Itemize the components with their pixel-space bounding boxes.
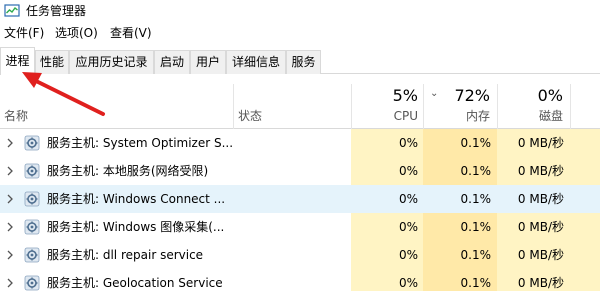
- tab-users[interactable]: 用户: [190, 50, 226, 74]
- process-name: 服务主机: 本地服务(网络受限): [47, 164, 209, 178]
- table-row[interactable]: 服务主机: System Optimizer S... 0% 0.1% 0 MB/秒: [0, 129, 600, 157]
- heat-cell-bg: [570, 269, 600, 291]
- memory-value: 0.1%: [460, 164, 492, 178]
- disk-value: 0 MB/秒: [517, 164, 564, 178]
- cpu-value: 0%: [398, 248, 418, 262]
- cpu-total-percent: 5%: [392, 86, 418, 105]
- table-row[interactable]: 服务主机: Windows 图像采集(... 0% 0.1% 0 MB/秒: [0, 213, 600, 241]
- heat-cell-bg: [570, 213, 600, 241]
- table-row[interactable]: 服务主机: Geolocation Service 0% 0.1% 0 MB/秒: [0, 269, 600, 291]
- column-status-header[interactable]: 状态: [238, 109, 262, 123]
- service-gear-icon: [24, 163, 40, 179]
- column-header: 名称 状态 5% CPU ⌄ 72% 内存 0% 磁盘: [0, 74, 600, 129]
- service-gear-icon: [24, 219, 40, 235]
- menu-view[interactable]: 查看(V): [110, 25, 152, 41]
- memory-value: 0.1%: [460, 248, 492, 262]
- tab-app-history[interactable]: 应用历史记录: [69, 50, 154, 74]
- expand-chevron-icon[interactable]: [6, 165, 14, 177]
- disk-total-percent: 0%: [537, 86, 563, 105]
- heat-cell-bg: [570, 241, 600, 269]
- heat-cell-bg: [570, 157, 600, 185]
- expand-chevron-icon[interactable]: [6, 249, 14, 261]
- tab-bar: 进程 性能 应用历史记录 启动 用户 详细信息 服务: [0, 44, 600, 75]
- disk-value: 0 MB/秒: [517, 192, 564, 206]
- cpu-value: 0%: [398, 192, 418, 206]
- window-title: 任务管理器: [26, 4, 87, 18]
- process-name: 服务主机: System Optimizer S...: [47, 136, 234, 150]
- column-divider[interactable]: [497, 84, 498, 129]
- memory-value: 0.1%: [460, 220, 492, 234]
- tab-performance[interactable]: 性能: [35, 50, 69, 74]
- process-name: 服务主机: Windows 图像采集(...: [47, 220, 225, 234]
- expand-chevron-icon[interactable]: [6, 277, 14, 289]
- disk-value: 0 MB/秒: [517, 136, 564, 150]
- memory-total-percent: 72%: [454, 86, 490, 105]
- tab-services[interactable]: 服务: [286, 50, 321, 74]
- service-gear-icon: [24, 275, 40, 291]
- column-name-header[interactable]: 名称: [4, 109, 28, 123]
- service-gear-icon: [24, 247, 40, 263]
- tab-details[interactable]: 详细信息: [226, 50, 286, 74]
- heat-cell-bg: [570, 185, 600, 213]
- table-row[interactable]: 服务主机: dll repair service 0% 0.1% 0 MB/秒: [0, 241, 600, 269]
- cpu-value: 0%: [398, 164, 418, 178]
- expand-chevron-icon[interactable]: [6, 137, 14, 149]
- menu-bar: 文件(F) 选项(O) 查看(V): [0, 22, 600, 44]
- tab-processes[interactable]: 进程: [0, 47, 35, 75]
- column-cpu-header[interactable]: CPU: [358, 109, 418, 123]
- service-gear-icon: [24, 191, 40, 207]
- column-divider[interactable]: [423, 84, 424, 129]
- title-bar: 任务管理器: [0, 0, 600, 22]
- column-memory-header[interactable]: 内存: [430, 109, 490, 123]
- process-name: 服务主机: Geolocation Service: [47, 276, 223, 290]
- memory-value: 0.1%: [460, 136, 492, 150]
- disk-value: 0 MB/秒: [517, 276, 564, 290]
- task-manager-icon: [4, 4, 20, 17]
- process-name: 服务主机: Windows Connect ...: [47, 192, 226, 206]
- menu-file[interactable]: 文件(F): [4, 25, 44, 41]
- table-row[interactable]: 服务主机: 本地服务(网络受限) 0% 0.1% 0 MB/秒: [0, 157, 600, 185]
- menu-options[interactable]: 选项(O): [55, 25, 98, 41]
- memory-value: 0.1%: [460, 276, 492, 290]
- process-list: 服务主机: System Optimizer S... 0% 0.1% 0 MB/秒服…: [0, 129, 600, 291]
- table-row[interactable]: 服务主机: Windows Connect ... 0% 0.1% 0 MB/秒: [0, 185, 600, 213]
- tab-startup[interactable]: 启动: [154, 50, 190, 74]
- expand-chevron-icon[interactable]: [6, 193, 14, 205]
- disk-value: 0 MB/秒: [517, 220, 564, 234]
- process-name: 服务主机: dll repair service: [47, 248, 204, 262]
- disk-value: 0 MB/秒: [517, 248, 564, 262]
- column-divider[interactable]: [570, 84, 571, 129]
- heat-cell-bg: [570, 129, 600, 157]
- cpu-value: 0%: [398, 136, 418, 150]
- expand-chevron-icon[interactable]: [6, 221, 14, 233]
- column-divider[interactable]: [351, 84, 352, 129]
- cpu-value: 0%: [398, 276, 418, 290]
- column-disk-header[interactable]: 磁盘: [503, 109, 563, 123]
- service-gear-icon: [24, 135, 40, 151]
- column-divider[interactable]: [233, 84, 234, 129]
- memory-value: 0.1%: [460, 192, 492, 206]
- cpu-value: 0%: [398, 220, 418, 234]
